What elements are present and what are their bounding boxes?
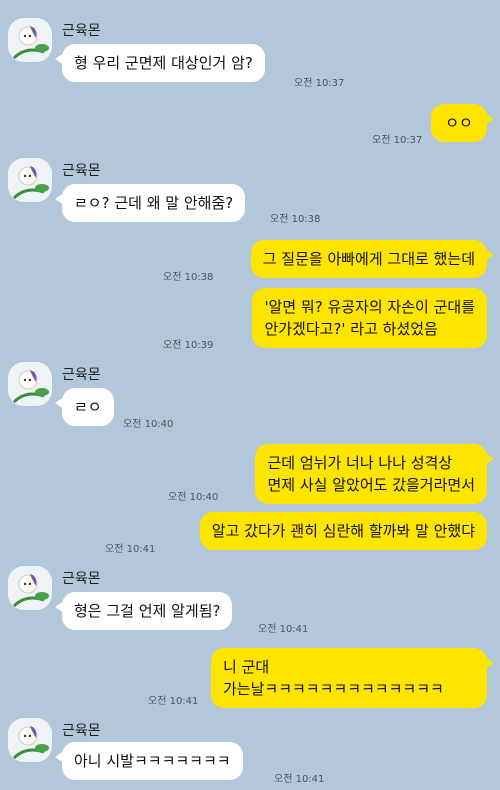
contact-avatar[interactable] bbox=[8, 718, 52, 762]
message-time: 오전 10:38 bbox=[163, 272, 214, 283]
message-time: 오전 10:41 bbox=[274, 774, 325, 785]
message-bubble-incoming[interactable]: 아니 시발ㅋㅋㅋㅋㅋㅋㅋ bbox=[55, 742, 243, 780]
contact-name: 근육몬 bbox=[62, 163, 101, 179]
contact-avatar[interactable] bbox=[8, 158, 52, 202]
message-time: 오전 10:41 bbox=[258, 624, 309, 635]
message-bubble-outgoing[interactable]: 니 군대 가는날ㅋㅋㅋㅋㅋㅋㅋㅋㅋㅋㅋㅋㅋ bbox=[211, 648, 494, 708]
message-time: 오전 10:37 bbox=[372, 135, 423, 146]
message-time: 오전 10:41 bbox=[105, 544, 156, 555]
message-time: 오전 10:40 bbox=[168, 492, 219, 503]
message-bubble-outgoing[interactable]: '알면 뭐? 유공자의 자손이 군대를 안가겠다고?' 라고 하셨었음 bbox=[252, 288, 487, 348]
message-bubble-outgoing[interactable]: 알고 갔다가 괜히 심란해 할까봐 말 안했댜 bbox=[199, 512, 487, 550]
avatar-icon bbox=[8, 158, 52, 202]
avatar-icon bbox=[8, 18, 52, 62]
contact-name: 근육몬 bbox=[62, 723, 101, 739]
message-bubble-incoming[interactable]: ㄹㅇ? 근데 왜 말 안해줌? bbox=[54, 184, 246, 222]
message-bubble-incoming[interactable]: ㄹㅇ bbox=[55, 388, 114, 426]
contact-name: 근육몬 bbox=[62, 571, 101, 587]
message-bubble-outgoing[interactable]: 그 질문을 아빠에게 그대로 했는데 bbox=[250, 240, 495, 278]
message-bubble-incoming[interactable]: 형은 그걸 언제 알게됨? bbox=[54, 592, 233, 630]
contact-name: 근육몬 bbox=[62, 23, 101, 39]
message-bubble-outgoing[interactable]: ㅇㅇ bbox=[431, 104, 494, 142]
avatar-icon bbox=[8, 718, 52, 762]
message-time: 오전 10:37 bbox=[294, 78, 345, 89]
contact-avatar[interactable] bbox=[8, 566, 52, 610]
contact-avatar[interactable] bbox=[8, 18, 52, 62]
message-bubble-outgoing[interactable]: 근데 엄뉘가 너나 나나 성격상 면제 사실 알았어도 갔을거라면서 bbox=[255, 444, 494, 504]
avatar-icon bbox=[8, 362, 52, 406]
contact-avatar[interactable] bbox=[8, 362, 52, 406]
avatar-icon bbox=[8, 566, 52, 610]
contact-name: 근육몬 bbox=[62, 367, 101, 383]
message-time: 오전 10:38 bbox=[270, 214, 321, 225]
message-time: 오전 10:41 bbox=[148, 696, 199, 707]
message-time: 오전 10:39 bbox=[163, 340, 214, 351]
message-time: 오전 10:40 bbox=[123, 419, 174, 430]
message-bubble-incoming[interactable]: 형 우리 군면제 대상인거 암? bbox=[55, 44, 265, 82]
